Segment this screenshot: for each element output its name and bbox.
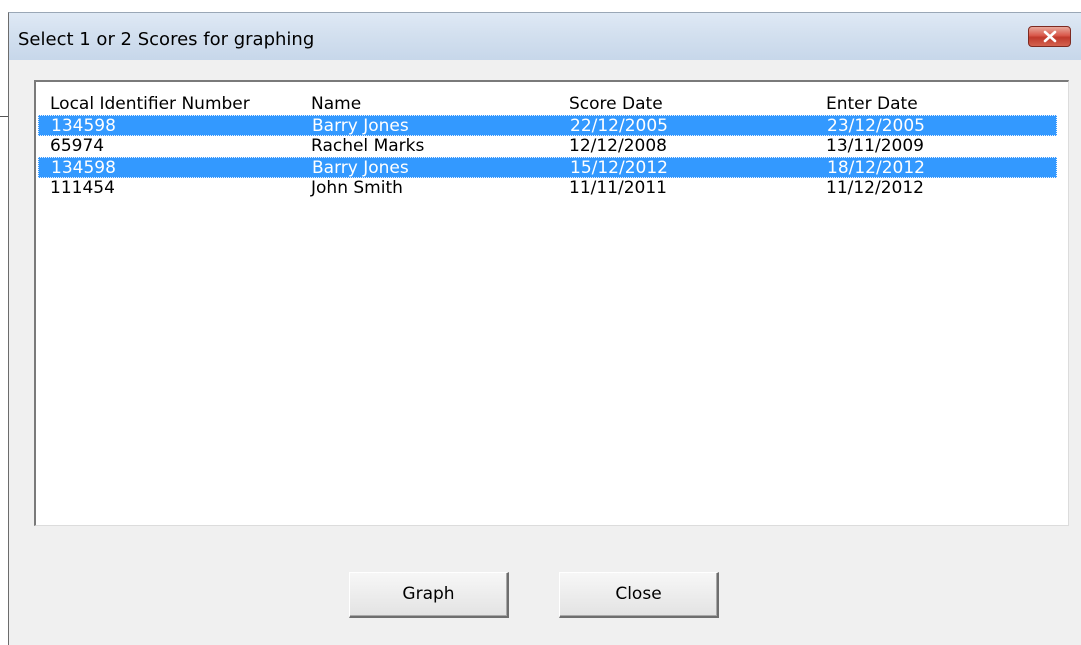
list-item[interactable]: 65974 Rachel Marks 12/12/2008 13/11/2009: [38, 136, 1057, 157]
cell-enter-date: 11/12/2012: [826, 178, 924, 198]
cell-local-identifier: 134598: [51, 158, 116, 178]
list-item[interactable]: 134598 Barry Jones 15/12/2012 18/12/2012: [38, 157, 1057, 178]
cell-name: John Smith: [311, 178, 403, 198]
cell-local-identifier: 111454: [50, 178, 115, 198]
cell-score-date: 15/12/2012: [570, 158, 668, 178]
column-header-enter-date: Enter Date: [826, 94, 918, 114]
list-item[interactable]: 111454 John Smith 11/11/2011 11/12/2012: [38, 178, 1057, 199]
cell-enter-date: 13/11/2009: [826, 136, 924, 156]
list-header-row: Local Identifier Number Name Score Date …: [38, 94, 1057, 115]
cell-name: Rachel Marks: [311, 136, 425, 156]
background-tick-mark: [0, 116, 8, 117]
cell-name: Barry Jones: [312, 158, 409, 178]
column-header-score-date: Score Date: [569, 94, 663, 114]
cell-enter-date: 18/12/2012: [827, 158, 925, 178]
list-item[interactable]: 134598 Barry Jones 22/12/2005 23/12/2005: [38, 115, 1057, 136]
cell-local-identifier: 65974: [50, 136, 105, 156]
column-header-local-identifier: Local Identifier Number: [50, 94, 250, 114]
cell-score-date: 12/12/2008: [569, 136, 667, 156]
dialog-titlebar[interactable]: Select 1 or 2 Scores for graphing: [9, 13, 1081, 60]
cell-score-date: 11/11/2011: [569, 178, 667, 198]
cell-name: Barry Jones: [312, 116, 409, 136]
graph-button[interactable]: Graph: [349, 572, 509, 618]
cell-score-date: 22/12/2005: [570, 116, 668, 136]
column-header-name: Name: [311, 94, 362, 114]
close-x-icon: [1043, 30, 1057, 43]
scores-listbox[interactable]: Local Identifier Number Name Score Date …: [34, 80, 1069, 526]
close-button[interactable]: Close: [559, 572, 719, 618]
cell-local-identifier: 134598: [51, 116, 116, 136]
close-window-button[interactable]: [1028, 26, 1071, 47]
cell-enter-date: 23/12/2005: [827, 116, 925, 136]
select-scores-dialog: Select 1 or 2 Scores for graphing Local …: [8, 12, 1081, 645]
dialog-title: Select 1 or 2 Scores for graphing: [18, 29, 315, 50]
